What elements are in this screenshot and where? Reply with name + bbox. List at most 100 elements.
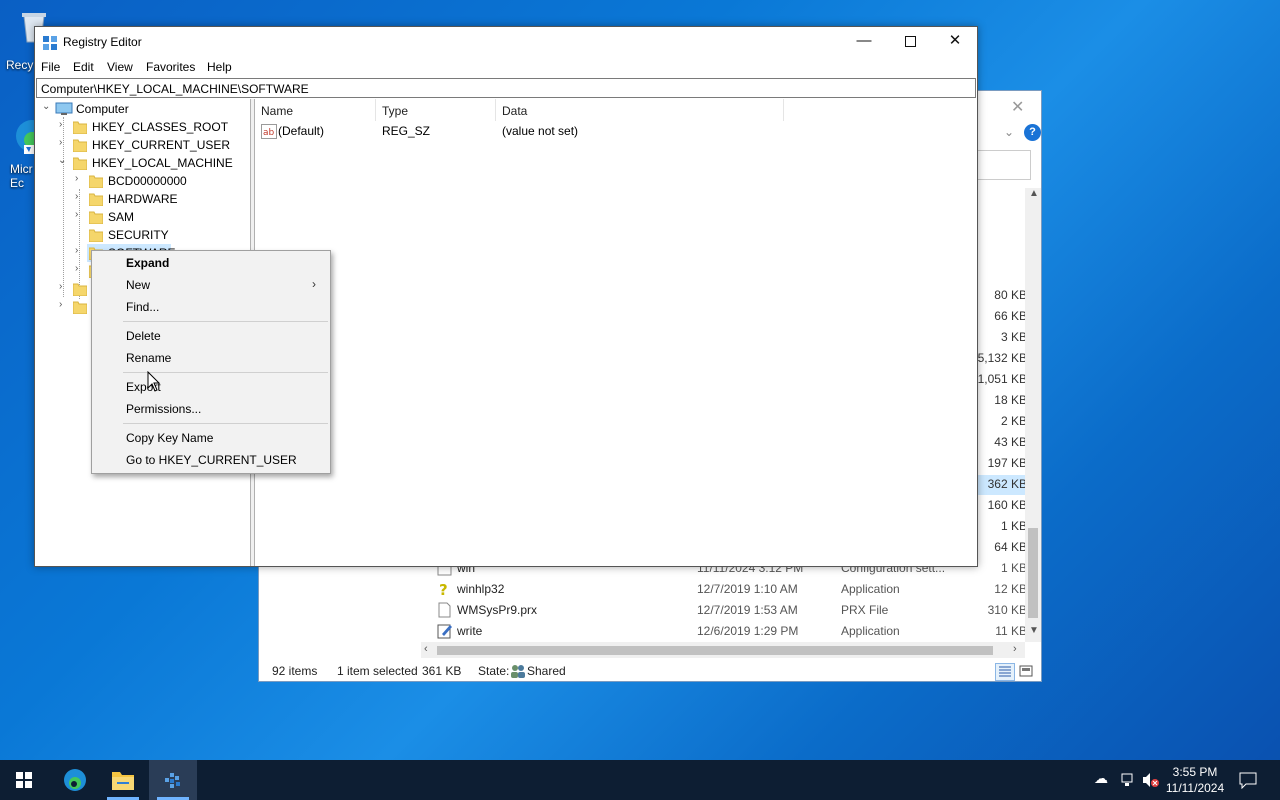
chevron-right-icon[interactable]: › (75, 263, 85, 274)
folder-icon (89, 175, 103, 188)
folder-open-icon (73, 157, 87, 170)
close-button[interactable]: ✕ (932, 27, 978, 57)
folder-icon (89, 229, 103, 242)
chevron-down-icon[interactable]: ⌄ (42, 101, 52, 112)
onedrive-icon[interactable]: ☁ (1094, 770, 1108, 787)
title-bar[interactable]: Registry Editor — ✕ (35, 27, 977, 57)
write-application-icon (437, 624, 452, 639)
address-bar[interactable]: Computer\HKEY_LOCAL_MACHINE\SOFTWARE (36, 78, 976, 98)
menu-item-goto[interactable]: Go to HKEY_CURRENT_USER (94, 449, 328, 471)
value-row[interactable]: ab (Default) REG_SZ (value not set) (255, 123, 975, 141)
close-icon[interactable]: ✕ (1011, 97, 1024, 117)
chevron-down-icon[interactable]: ⌄ (1004, 125, 1014, 139)
selection-count: 1 item selected (337, 664, 418, 678)
column-header-type[interactable]: Type (376, 99, 496, 121)
notification-center-icon[interactable] (1239, 771, 1257, 789)
network-icon[interactable] (1120, 772, 1134, 788)
menu-item-copy-key-name[interactable]: Copy Key Name (94, 427, 328, 449)
details-view-button[interactable] (995, 663, 1015, 681)
menu-help[interactable]: Help (207, 60, 232, 74)
taskbar-registry-editor[interactable] (149, 760, 197, 800)
menu-item-expand[interactable]: Expand (94, 252, 328, 274)
registry-editor-icon (165, 773, 180, 788)
menu-view[interactable]: View (107, 60, 133, 74)
large-icons-view-button[interactable] (1017, 663, 1037, 681)
file-row[interactable]: write 12/6/2019 1:29 PM Application 11 K… (419, 622, 1027, 642)
search-input[interactable] (977, 150, 1031, 180)
file-row[interactable]: ? winhlp32 12/7/2019 1:10 AM Application… (419, 580, 1027, 600)
maximize-button[interactable] (887, 27, 933, 57)
vertical-scrollbar[interactable]: ▲ ▼ (1025, 188, 1041, 642)
edge-icon (64, 769, 86, 791)
column-header-name[interactable]: Name (255, 99, 376, 121)
details-view-icon (999, 666, 1011, 677)
file-icon (438, 602, 451, 618)
scrollbar-thumb[interactable] (1028, 528, 1038, 618)
help-icon[interactable]: ? (1024, 124, 1041, 141)
chevron-right-icon[interactable]: › (75, 245, 85, 256)
state-label: State: (478, 664, 510, 678)
state-value: Shared (527, 664, 566, 678)
system-clock[interactable]: 3:55 PM 11/11/2024 (1162, 764, 1228, 796)
string-value-icon: ab (261, 124, 277, 139)
taskbar-file-explorer[interactable] (99, 760, 147, 800)
folder-icon (89, 211, 103, 224)
chevron-right-icon[interactable]: › (59, 299, 69, 310)
chevron-right-icon: › (312, 277, 316, 291)
item-count: 92 items (272, 664, 318, 678)
help-application-icon: ? (439, 581, 448, 597)
menu-edit[interactable]: Edit (73, 60, 94, 74)
windows-start-icon (16, 772, 32, 788)
menu-item-new[interactable]: New › (94, 274, 328, 296)
window-title: Registry Editor (63, 35, 142, 49)
chevron-right-icon[interactable]: › (59, 119, 69, 130)
values-pane[interactable]: Name Type Data ab (Default) REG_SZ (valu… (255, 99, 977, 566)
chevron-right-icon[interactable]: › (75, 209, 85, 220)
folder-icon (73, 139, 87, 152)
menu-item-permissions[interactable]: Permissions... (94, 398, 328, 420)
mouse-cursor-icon (147, 371, 161, 392)
clock-date: 11/11/2024 (1165, 781, 1225, 795)
menu-item-delete[interactable]: Delete (94, 325, 328, 347)
chevron-right-icon[interactable]: › (59, 137, 69, 148)
menu-item-rename[interactable]: Rename (94, 347, 328, 369)
file-explorer-icon (112, 772, 134, 790)
chevron-right-icon[interactable]: › (75, 191, 85, 202)
taskbar-edge[interactable] (51, 760, 99, 800)
scroll-left-icon[interactable]: ‹ (424, 643, 428, 655)
horizontal-scrollbar[interactable]: ‹ › (421, 642, 1025, 658)
maximize-icon (904, 36, 916, 47)
chevron-down-icon[interactable]: ⌄ (58, 155, 68, 166)
large-icons-view-icon (1019, 665, 1033, 677)
chevron-right-icon[interactable]: › (75, 173, 85, 184)
taskbar: ☁ 3:55 PM 11/11/2024 (0, 760, 1280, 800)
status-bar: 92 items 1 item selected 361 KB State: S… (259, 661, 1041, 681)
folder-icon (73, 301, 87, 314)
folder-icon (73, 121, 87, 134)
registry-editor-icon (43, 36, 57, 50)
minimize-icon: — (856, 32, 872, 49)
start-button[interactable] (0, 760, 48, 800)
chevron-right-icon[interactable]: › (59, 281, 69, 292)
menu-item-find[interactable]: Find... (94, 296, 328, 318)
scroll-down-icon[interactable]: ▼ (1029, 625, 1039, 636)
menu-file[interactable]: File (41, 60, 60, 74)
close-icon: ✕ (948, 32, 962, 49)
minimize-button[interactable]: — (841, 27, 887, 57)
menu-separator (123, 321, 328, 322)
menu-item-export[interactable]: Export (94, 376, 328, 398)
scrollbar-thumb[interactable] (437, 646, 993, 655)
column-header-data[interactable]: Data (496, 99, 784, 121)
volume-muted-icon[interactable] (1142, 772, 1160, 788)
svg-text:ab: ab (263, 128, 275, 138)
svg-text:?: ? (439, 581, 448, 597)
menu-bar: File Edit View Favorites Help (35, 57, 977, 77)
folder-icon (73, 283, 87, 296)
scroll-up-icon[interactable]: ▲ (1029, 188, 1039, 199)
scroll-right-icon[interactable]: › (1013, 643, 1017, 655)
menu-separator (123, 423, 328, 424)
shared-users-icon (511, 665, 525, 678)
menu-favorites[interactable]: Favorites (146, 60, 195, 74)
clock-time: 3:55 PM (1172, 765, 1218, 779)
file-row[interactable]: WMSysPr9.prx 12/7/2019 1:53 AM PRX File … (419, 601, 1027, 621)
